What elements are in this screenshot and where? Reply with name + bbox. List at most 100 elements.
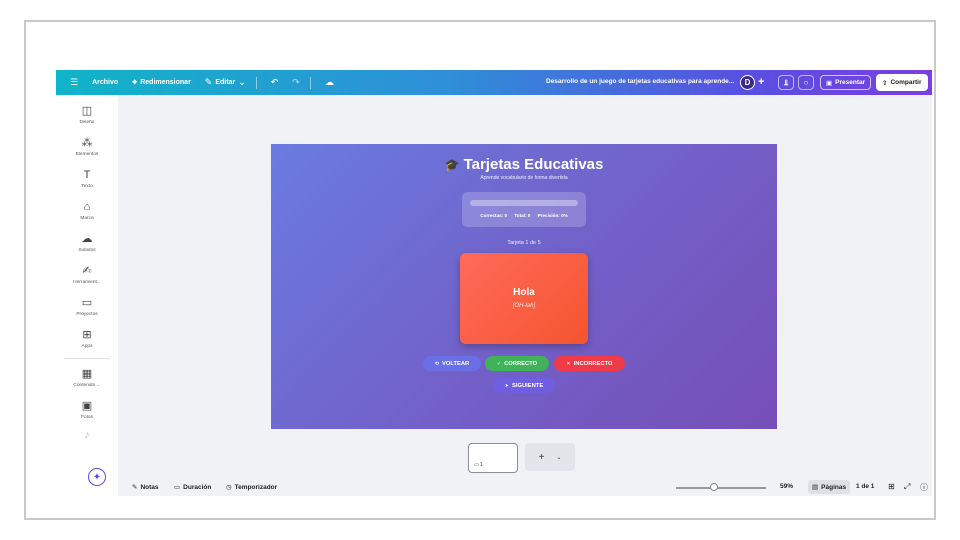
sidebar-item-label: Subidos — [78, 248, 96, 253]
sidebar-item-elementos[interactable]: ⁂ Elementos — [56, 137, 118, 157]
close-icon: ✕ — [566, 360, 571, 367]
hamburger-icon: ☰ — [70, 77, 79, 87]
page-thumbnail-number: ▭ 1 — [474, 462, 483, 468]
siguiente-button[interactable]: ➤ SIGUIENTE — [493, 378, 555, 393]
notes-icon: ✎ — [132, 484, 138, 491]
flashcard-word: Hola — [513, 287, 535, 298]
temporizador-label: Temporizador — [234, 483, 278, 491]
page-thumbnail-label: 1 — [480, 462, 483, 468]
graduation-cap-icon: 🎓 — [444, 158, 460, 172]
sidebar-item-herramientas[interactable]: ✍ Herramient... — [56, 265, 118, 285]
redo-icon: ↷ — [292, 77, 300, 87]
photo-icon: ▣ — [81, 400, 93, 412]
duracion-button[interactable]: ▭ Duración — [174, 483, 212, 492]
avatar[interactable]: D — [740, 75, 755, 90]
correcto-button[interactable]: ✓ CORRECTO — [485, 356, 549, 371]
duracion-label: Duración — [183, 483, 212, 491]
sidebar-item-label: Diseño — [79, 120, 95, 125]
resize-icon: ⌖ — [132, 77, 138, 87]
presentar-button[interactable]: ▣ Presentar — [820, 75, 872, 90]
add-collaborator-button[interactable]: + — [758, 75, 764, 90]
check-icon: ✓ — [496, 360, 502, 367]
bottom-bar: ✎ Notas ▭ Duración ◷ Temporizador 59% ▤ Pági… — [118, 480, 932, 496]
incorrecto-button[interactable]: ✕ INCORRECTO — [554, 356, 625, 371]
share-icon: ⇧ — [882, 79, 888, 87]
sidebar-item-texto[interactable]: T Texto — [56, 169, 118, 189]
slide-subtitle: Aprende vocabulario de forma divertida — [480, 175, 568, 181]
redimensionar-button[interactable]: ⌖ Redimensionar — [132, 78, 191, 87]
page-thumbnail[interactable]: ▭ 1 — [468, 443, 518, 473]
flashcard-pronunciation: [OH-lah] — [512, 303, 536, 309]
sidebar-item-label: Herramient... — [73, 280, 101, 285]
presentar-label: Presentar — [835, 79, 866, 86]
slide-title: 🎓 Tarjetas Educativas — [271, 156, 777, 173]
voltear-label: VOLTEAR — [441, 360, 470, 367]
left-sidebar: ◫ Diseño ⁂ Elementos T Texto ⌂ Marca ☁ Subido… — [56, 95, 118, 496]
fullscreen-icon[interactable]: ⤢ — [904, 482, 910, 492]
next-icon: ➤ — [504, 382, 509, 389]
flashcard[interactable]: Hola [OH-lah] — [460, 253, 588, 344]
slide-canvas[interactable]: 🎓 Tarjetas Educativas Aprende vocabulario… — [271, 144, 777, 429]
sparkle-icon: ✦ — [92, 471, 102, 483]
paginas-label: Páginas — [821, 483, 847, 491]
stat-correctas: Correctas: 0 — [480, 213, 508, 218]
undo-button[interactable]: ↶ — [271, 78, 279, 87]
chevron-down-icon: ⌄ — [238, 77, 246, 87]
brand-icon: ⌂ — [83, 201, 91, 213]
cloud-save-button[interactable]: ☁ — [325, 78, 334, 87]
sidebar-item-contenido[interactable]: ▦ Contenido ... — [56, 368, 118, 388]
sidebar-item-label: Fotos — [81, 415, 93, 420]
paginas-button[interactable]: ▤ Páginas — [808, 480, 851, 494]
more-tools-icon: ♪ — [84, 429, 90, 441]
sidebar-item-apps[interactable]: ⊞ Apps — [56, 329, 118, 349]
archivo-menu[interactable]: Archivo — [92, 79, 118, 86]
pages-icon: ▤ — [812, 484, 819, 491]
notas-button[interactable]: ✎ Notas — [132, 483, 159, 492]
upload-cloud-icon: ☁ — [81, 233, 93, 245]
sidebar-item-proyectos[interactable]: ▭ Proyectos — [56, 297, 118, 317]
sidebar-item-label: Apps — [81, 344, 93, 349]
stats-panel: Correctas: 0 Total: 0 Precisión: 0% — [462, 192, 586, 227]
zoom-level[interactable]: 59% — [780, 483, 793, 490]
zoom-slider-handle[interactable] — [709, 483, 718, 491]
correcto-label: CORRECTO — [504, 360, 538, 367]
sidebar-item-subidos[interactable]: ☁ Subidos — [56, 233, 118, 253]
apps-icon: ⊞ — [82, 329, 92, 341]
toolbar-divider — [255, 76, 257, 89]
magic-assistant-button[interactable]: ✦ — [88, 468, 106, 486]
voltear-button[interactable]: ⟲ VOLTEAR — [423, 356, 481, 371]
sidebar-item-diseno[interactable]: ◫ Diseño — [56, 105, 118, 125]
redo-button[interactable]: ↷ — [292, 78, 300, 87]
progress-bar — [470, 200, 578, 206]
notas-label: Notas — [140, 483, 159, 491]
sidebar-item-label: Contenido ... — [73, 383, 101, 388]
comment-icon: ○ — [803, 78, 809, 87]
plus-icon: + — [538, 451, 545, 463]
present-icon: ▣ — [826, 79, 833, 87]
temporizador-button[interactable]: ◷ Temporizador — [226, 483, 278, 492]
help-icon[interactable]: ⓘ — [920, 482, 928, 493]
grid-view-icon[interactable]: ⊞ — [888, 482, 895, 491]
compartir-label: Compartir — [890, 79, 922, 86]
folder-icon: ▭ — [81, 297, 93, 309]
timeline-icon: ▭ — [174, 484, 181, 491]
sidebar-item-fotos[interactable]: ▣ Fotos — [56, 400, 118, 420]
bar-chart-icon: ⫫ — [783, 77, 789, 87]
compartir-button[interactable]: ⇧ Compartir — [876, 74, 928, 91]
sidebar-item-more[interactable]: ♪ — [56, 429, 118, 441]
sidebar-item-label: Elementos — [75, 152, 99, 157]
stat-total: Total: 0 — [514, 213, 531, 218]
sidebar-item-marca[interactable]: ⌂ Marca — [56, 201, 118, 221]
add-page-button[interactable]: + ⌄ — [525, 443, 575, 471]
editar-button[interactable]: ✎ Editar ⌄ — [205, 78, 246, 87]
menu-button[interactable]: ☰ — [70, 78, 78, 87]
top-toolbar: ☰ Archivo ⌖ Redimensionar ✎ Editar ⌄ ↶ ↷ ☁ … — [56, 70, 932, 95]
zoom-slider[interactable] — [676, 487, 766, 489]
incorrecto-label: INCORRECTO — [573, 360, 613, 367]
pencil-icon: ✎ — [204, 77, 213, 87]
undo-icon: ↶ — [270, 77, 279, 87]
comments-button[interactable]: ○ — [798, 75, 814, 90]
editar-label: Editar — [215, 79, 236, 86]
document-title[interactable]: Desarrollo de un juego de tarjetas educa… — [546, 78, 734, 85]
analytics-button[interactable]: ⫫ — [778, 75, 794, 90]
